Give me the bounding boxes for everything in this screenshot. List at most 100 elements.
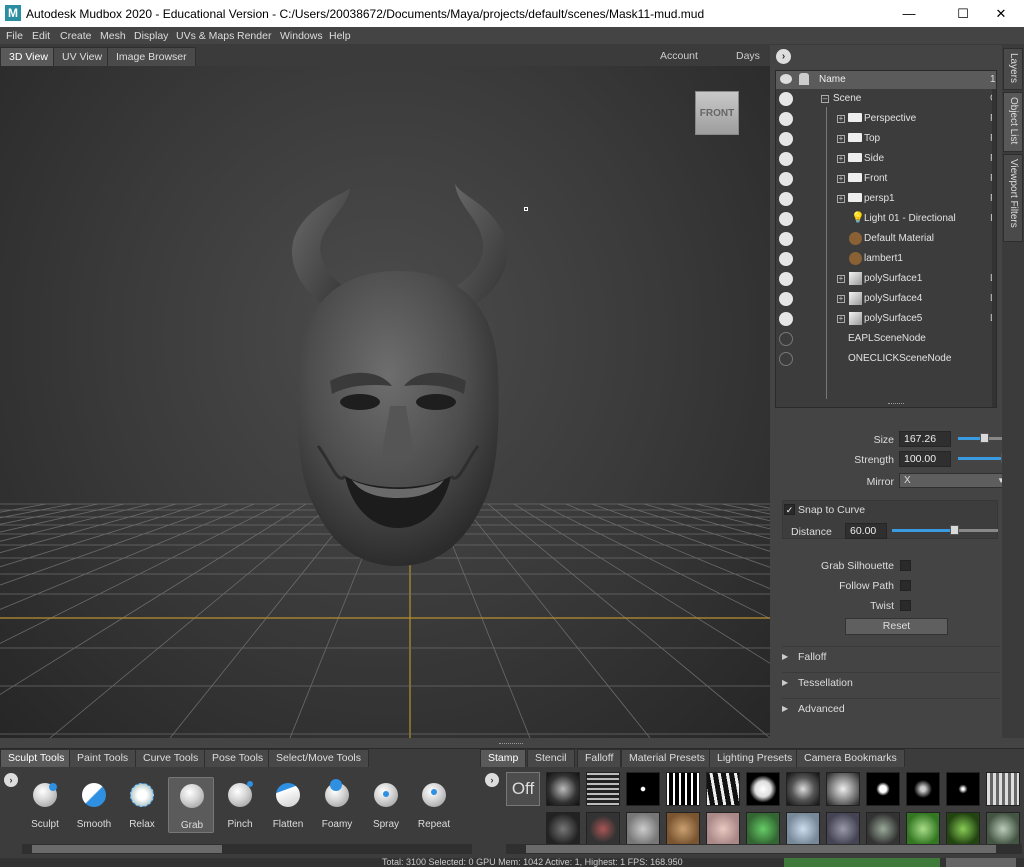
distance-slider[interactable] <box>892 525 998 537</box>
visibility-toggle[interactable] <box>779 112 793 126</box>
tray-options-button[interactable]: › <box>4 773 18 787</box>
tab-3d-view[interactable]: 3D View <box>0 47 57 66</box>
strength-field[interactable]: 100.00 <box>899 451 951 467</box>
stamp-thumbnail[interactable] <box>706 772 740 806</box>
stamp-thumbnail[interactable] <box>706 812 740 846</box>
tool-smooth[interactable]: Smooth <box>71 777 117 833</box>
tray-splitter[interactable] <box>499 743 523 747</box>
follow-path-checkbox[interactable] <box>900 580 911 591</box>
menu-windows[interactable]: Windows <box>280 30 323 42</box>
tab-select-move-tools[interactable]: Select/Move Tools <box>268 749 370 767</box>
menu-render[interactable]: Render <box>237 30 271 42</box>
reset-button[interactable]: Reset <box>845 618 948 635</box>
list-item[interactable]: + Side F <box>776 149 996 169</box>
stamp-thumbnail[interactable] <box>586 812 620 846</box>
expand-icon[interactable]: + <box>837 295 845 303</box>
stamp-thumbnail[interactable] <box>986 772 1020 806</box>
tool-repeat[interactable]: Repeat <box>411 777 457 833</box>
visibility-toggle[interactable] <box>779 312 793 326</box>
3d-viewport[interactable]: FRONT <box>0 66 770 738</box>
tool-grab[interactable]: Grab <box>168 777 214 833</box>
menu-mesh[interactable]: Mesh <box>100 30 126 42</box>
visibility-toggle[interactable] <box>779 232 793 246</box>
stamp-thumbnail[interactable] <box>906 812 940 846</box>
tab-image-browser[interactable]: Image Browser <box>107 47 196 66</box>
distance-field[interactable]: 60.00 <box>845 523 887 539</box>
tab-camera-bookmarks[interactable]: Camera Bookmarks <box>796 749 905 767</box>
stamp-thumbnail[interactable] <box>946 772 980 806</box>
stamp-scrollbar[interactable] <box>506 844 1022 854</box>
tab-uv-view[interactable]: UV View <box>53 47 112 66</box>
visibility-toggle[interactable] <box>779 252 793 266</box>
stamp-off-button[interactable]: Off <box>506 772 540 806</box>
section-falloff[interactable]: ▶ Falloff <box>782 646 1000 666</box>
tab-viewport-filters[interactable]: Viewport Filters <box>1003 154 1023 242</box>
snap-checkbox[interactable]: ✓ <box>784 504 795 515</box>
stamp-thumbnail[interactable] <box>906 772 940 806</box>
list-item[interactable]: + polySurface1 L <box>776 269 996 289</box>
stamp-options-button[interactable]: › <box>485 773 499 787</box>
visibility-toggle[interactable] <box>779 212 793 226</box>
menu-uvs-maps[interactable]: UVs & Maps <box>176 30 234 42</box>
stamp-thumbnail[interactable] <box>866 812 900 846</box>
lock-icon[interactable] <box>799 73 809 85</box>
tab-object-list[interactable]: Object List <box>1003 92 1023 152</box>
list-item[interactable]: 💡 Light 01 - Directional Ii <box>776 209 996 229</box>
menu-file[interactable]: File <box>6 30 23 42</box>
stamp-thumbnail[interactable] <box>946 812 980 846</box>
visibility-toggle[interactable] <box>779 152 793 166</box>
visibility-toggle[interactable] <box>779 352 793 366</box>
stamp-thumbnail[interactable] <box>786 772 820 806</box>
visibility-toggle[interactable] <box>779 132 793 146</box>
tool-sculpt[interactable]: Sculpt <box>22 777 68 833</box>
list-item[interactable]: Default Material <box>776 229 996 249</box>
panel-collapse-button[interactable]: › <box>776 49 791 64</box>
mirror-select[interactable]: X ▼ <box>899 473 1010 488</box>
section-tessellation[interactable]: ▶ Tessellation <box>782 672 1000 692</box>
stamp-thumbnail[interactable] <box>666 772 700 806</box>
stamp-thumbnail[interactable] <box>546 812 580 846</box>
list-item[interactable]: + polySurface5 L <box>776 309 996 329</box>
days-label[interactable]: Days <box>736 50 760 62</box>
tab-layers[interactable]: Layers <box>1003 48 1023 90</box>
visibility-toggle[interactable] <box>779 92 793 106</box>
stamp-thumbnail[interactable] <box>746 772 780 806</box>
expand-icon[interactable]: + <box>837 195 845 203</box>
tab-curve-tools[interactable]: Curve Tools <box>135 749 207 767</box>
stamp-thumbnail[interactable] <box>746 812 780 846</box>
menu-help[interactable]: Help <box>329 30 351 42</box>
expand-icon[interactable]: + <box>837 155 845 163</box>
tab-material-presets[interactable]: Material Presets <box>621 749 713 767</box>
account-label[interactable]: Account <box>660 50 698 62</box>
tab-pose-tools[interactable]: Pose Tools <box>204 749 272 767</box>
stamp-thumbnail[interactable] <box>866 772 900 806</box>
tab-paint-tools[interactable]: Paint Tools <box>69 749 137 767</box>
list-item[interactable]: + persp1 F <box>776 189 996 209</box>
tab-falloff[interactable]: Falloff <box>577 749 622 767</box>
stamp-thumbnail[interactable] <box>986 812 1020 846</box>
list-item[interactable]: ONECLICKSceneNode <box>776 349 996 369</box>
close-button[interactable]: ✕ <box>978 0 1024 27</box>
viewcube[interactable]: FRONT <box>695 91 739 135</box>
tab-stamp[interactable]: Stamp <box>480 749 527 767</box>
tool-foamy[interactable]: Foamy <box>314 777 360 833</box>
visibility-toggle[interactable] <box>779 292 793 306</box>
object-list-scrollbar[interactable] <box>992 89 996 407</box>
stamp-thumbnail[interactable] <box>826 772 860 806</box>
tool-spray[interactable]: Spray <box>363 777 409 833</box>
menu-display[interactable]: Display <box>134 30 168 42</box>
stamp-thumbnail[interactable] <box>826 812 860 846</box>
tab-lighting-presets[interactable]: Lighting Presets <box>709 749 801 767</box>
panel-splitter[interactable] <box>888 403 904 407</box>
stamp-thumbnail[interactable] <box>786 812 820 846</box>
grab-silhouette-checkbox[interactable] <box>900 560 911 571</box>
tool-relax[interactable]: Relax <box>119 777 165 833</box>
size-field[interactable]: 167.26 <box>899 431 951 447</box>
tab-stencil[interactable]: Stencil <box>527 749 575 767</box>
expand-icon[interactable]: + <box>837 315 845 323</box>
list-item[interactable]: + Top F <box>776 129 996 149</box>
expand-icon[interactable]: + <box>837 115 845 123</box>
visibility-toggle[interactable] <box>779 172 793 186</box>
stamp-thumbnail[interactable] <box>626 812 660 846</box>
eye-icon[interactable] <box>780 74 792 84</box>
